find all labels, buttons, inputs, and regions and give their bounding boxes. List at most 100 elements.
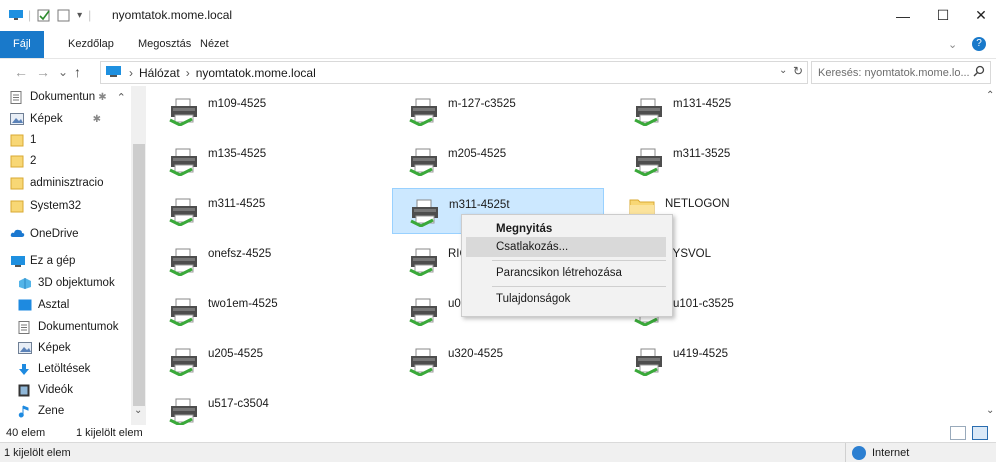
menu-separator — [492, 286, 666, 287]
tab-view[interactable]: Nézet — [190, 31, 239, 58]
sidebar-scrollbar-thumb[interactable] — [133, 144, 145, 406]
menu-item-connect[interactable]: Csatlakozás... — [466, 237, 666, 257]
item-label: u419-4525 — [673, 348, 728, 360]
item-label: NETLOGON — [665, 198, 730, 210]
search-box[interactable]: Keresés: nyomtatok.mome.lo... — [811, 61, 991, 84]
printer-icon — [408, 98, 440, 127]
quick-access-toolbar: | ▾ | — [8, 8, 91, 22]
folder-icon — [10, 177, 24, 190]
printer-item[interactable]: m311-4525 — [152, 188, 362, 232]
sidebar-item-documents-pinned[interactable]: Dokumentun ✱ ⌃ — [10, 87, 126, 107]
pin-icon[interactable]: ✱ — [98, 92, 106, 103]
printer-item[interactable]: m311-3525 — [617, 138, 827, 182]
item-label: two1em-4525 — [208, 298, 278, 310]
sidebar-item-this-pc[interactable]: Ez a gép — [10, 251, 75, 271]
sidebar-item-adminisztracio[interactable]: adminisztracio — [10, 173, 104, 193]
menu-item-properties[interactable]: Tulajdonságok — [466, 289, 666, 309]
sidebar-item-videos[interactable]: Videók — [18, 380, 73, 400]
sidebar-item-desktop[interactable]: Asztal — [18, 295, 69, 315]
menu-item-open[interactable]: Megnyitás — [466, 219, 666, 239]
printer-item[interactable]: m-127-c3525 — [392, 88, 602, 132]
sidebar-item-onedrive[interactable]: OneDrive — [10, 224, 79, 244]
menu-item-create-shortcut[interactable]: Parancsikon létrehozása — [466, 263, 666, 283]
printer-item[interactable]: two1em-4525 — [152, 288, 362, 332]
sidebar-item-label: Asztal — [38, 299, 70, 311]
menu-separator — [492, 260, 666, 261]
scroll-up-icon[interactable]: ⌃ — [986, 90, 994, 101]
scroll-down-icon[interactable]: ⌄ — [986, 405, 994, 416]
item-label: onefsz-4525 — [208, 248, 272, 260]
search-input[interactable]: Keresés: nyomtatok.mome.lo... — [818, 67, 970, 79]
selection-status: 1 kijelölt elem — [4, 447, 71, 459]
sidebar-item-label: Dokumentumok — [38, 321, 119, 333]
breadcrumb-network[interactable]: Hálózat — [139, 66, 180, 80]
search-icon[interactable] — [973, 65, 985, 80]
recent-locations-icon[interactable]: ⌄ — [58, 65, 68, 79]
sidebar-item-label: Letöltések — [38, 363, 91, 375]
sidebar-item-pictures-pinned[interactable]: Képek ✱ — [10, 109, 101, 129]
new-folder-icon[interactable] — [57, 9, 71, 22]
folder-icon — [10, 134, 24, 147]
printer-item[interactable]: onefsz-4525 — [152, 238, 362, 282]
sidebar-item-folder-2[interactable]: 2 — [10, 151, 36, 171]
details-view-icon[interactable] — [950, 426, 966, 440]
sidebar-item-music[interactable]: Zene — [18, 401, 64, 421]
item-count: 40 elem — [6, 427, 46, 439]
content-scrollbar[interactable]: ⌃ ⌄ — [984, 86, 996, 425]
printer-icon — [408, 248, 440, 277]
pin-icon[interactable]: ✱ — [93, 114, 101, 125]
printer-item[interactable]: u320-4525 — [392, 338, 602, 382]
sidebar-item-pictures[interactable]: Képek — [18, 338, 71, 358]
bottom-status-bar: 1 kijelölt elem Internet — [0, 442, 996, 462]
item-label: u101-c3525 — [673, 298, 734, 310]
up-icon[interactable]: ↑ — [74, 64, 81, 80]
sidebar-item-system32[interactable]: System32 — [10, 196, 81, 216]
printer-icon — [168, 348, 200, 377]
large-icons-view-icon[interactable] — [972, 426, 988, 440]
address-bar[interactable]: › Hálózat › nyomtatok.mome.local ⌄ ↻ — [100, 61, 808, 84]
breadcrumb-separator: › — [185, 65, 190, 80]
item-label: m311-4525 — [208, 198, 266, 210]
printer-item[interactable]: m109-4525 — [152, 88, 362, 132]
sidebar-item-label: 1 — [30, 134, 37, 146]
desktop-icon — [18, 299, 32, 311]
sidebar-item-documents[interactable]: Dokumentumok — [18, 317, 119, 337]
chevron-down-icon[interactable]: ⌄ — [948, 38, 957, 51]
printer-icon — [168, 398, 200, 427]
item-label: m135-4525 — [208, 148, 267, 160]
status-bar: 40 elem 1 kijelölt elem — [0, 425, 996, 441]
zone-label: Internet — [872, 447, 910, 459]
forward-icon[interactable]: → — [36, 64, 50, 80]
item-label: m311-3525 — [673, 148, 731, 160]
printer-item[interactable]: m135-4525 — [152, 138, 362, 182]
tab-home[interactable]: Kezdőlap — [58, 31, 124, 58]
printer-item[interactable]: u419-4525 — [617, 338, 827, 382]
printer-item[interactable]: m205-4525 — [392, 138, 602, 182]
scroll-down-icon[interactable]: ⌄ — [134, 405, 142, 416]
document-icon — [10, 91, 24, 104]
sidebar-item-3d-objects[interactable]: 3D objektumok — [18, 273, 115, 293]
close-button[interactable]: ✕ — [958, 0, 996, 31]
title-bar: | ▾ | nyomtatok.mome.local — ☐ ✕ — [0, 0, 996, 31]
address-dropdown-icon[interactable]: ⌄ — [779, 65, 787, 76]
status-divider — [845, 443, 846, 462]
sidebar-item-label: Képek — [38, 342, 71, 354]
printer-icon — [633, 348, 665, 377]
breadcrumb-host[interactable]: nyomtatok.mome.local — [196, 66, 316, 80]
sidebar-item-downloads[interactable]: Letöltések — [18, 359, 90, 379]
help-icon[interactable]: ? — [972, 37, 986, 51]
refresh-icon[interactable]: ↻ — [793, 64, 803, 78]
properties-icon[interactable] — [37, 9, 51, 22]
pictures-icon — [18, 342, 32, 354]
computer-icon[interactable] — [8, 9, 23, 21]
sidebar-item-folder-1[interactable]: 1 — [10, 130, 36, 150]
customize-toolbar-icon[interactable]: ▾ — [77, 10, 82, 21]
printer-item[interactable]: u205-4525 — [152, 338, 362, 382]
item-label: m109-4525 — [208, 98, 267, 110]
sidebar-item-label: Ez a gép — [30, 255, 76, 267]
printer-item[interactable]: m131-4525 — [617, 88, 827, 132]
back-icon[interactable]: ← — [14, 64, 28, 80]
scroll-up-icon[interactable]: ⌃ — [117, 91, 126, 104]
tab-file[interactable]: Fájl — [0, 31, 44, 58]
sidebar-item-label: OneDrive — [30, 228, 79, 240]
